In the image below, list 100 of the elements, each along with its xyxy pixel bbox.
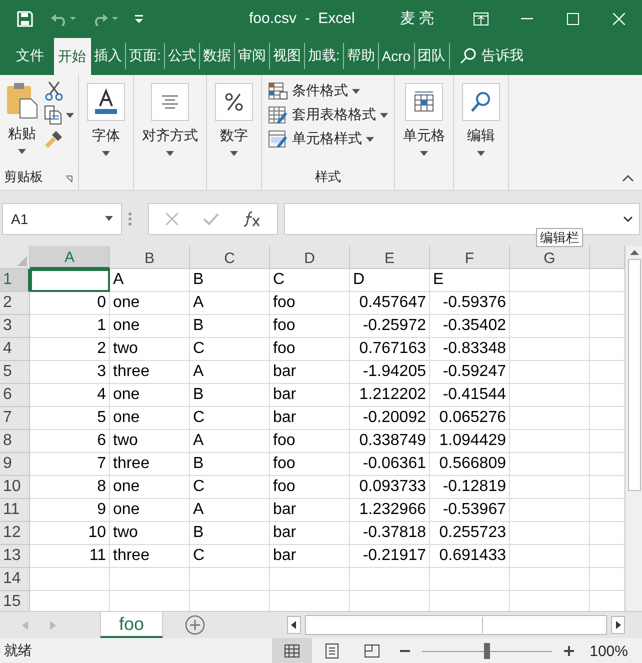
row-header[interactable]: 2 <box>0 292 30 315</box>
ribbon-tab[interactable]: 审阅 <box>234 43 270 69</box>
page-break-icon <box>362 643 381 659</box>
search-icon[interactable] <box>460 48 476 64</box>
table-cell: D <box>350 269 430 292</box>
column-header[interactable]: G <box>510 246 590 269</box>
column-header[interactable]: C <box>190 246 270 269</box>
table-cell: 5 <box>30 407 110 430</box>
table-cell: two <box>110 338 190 361</box>
scroll-up-icon[interactable] <box>630 249 638 255</box>
table-cell: 3 <box>30 361 110 384</box>
drag-handle-icon[interactable] <box>128 212 132 226</box>
row-header[interactable]: 5 <box>0 361 30 384</box>
user-name[interactable]: 麦 亮 <box>400 9 434 28</box>
ribbon-tab[interactable]: 公式 <box>164 43 200 69</box>
search-icon <box>470 91 492 113</box>
scissors-icon[interactable] <box>44 81 64 101</box>
column-header[interactable]: F <box>430 246 510 269</box>
style-menu-button[interactable]: 套用表格格式 <box>266 103 390 127</box>
ribbon-button[interactable]: 单元格 <box>399 79 449 168</box>
row-header[interactable]: 8 <box>0 430 30 453</box>
copy-icon[interactable] <box>44 105 62 125</box>
minimize-icon[interactable] <box>521 18 533 20</box>
table-cell: three <box>110 545 190 568</box>
ribbon-tab[interactable]: 页面: <box>126 43 165 69</box>
zoom-level[interactable]: 100% <box>590 642 628 660</box>
column-header[interactable]: B <box>110 246 190 269</box>
ribbon-tab[interactable]: 团队 <box>414 43 450 69</box>
ribbon-tab[interactable]: 视图 <box>270 43 305 69</box>
ribbon-tab[interactable]: 帮助 <box>344 43 379 69</box>
column-header[interactable]: A <box>30 246 110 269</box>
customize-icon[interactable] <box>134 14 144 24</box>
tell-me-field[interactable]: 告诉我 <box>482 47 524 65</box>
ribbon-tab[interactable]: 开始 <box>54 38 91 75</box>
ribbon-display-icon[interactable] <box>473 12 489 26</box>
paste-button[interactable]: 粘贴 <box>4 79 40 168</box>
sheet-tab[interactable]: foo <box>100 612 164 638</box>
table-cell: 11 <box>30 545 110 568</box>
ribbon-tab[interactable]: Acro <box>378 43 415 69</box>
redo-icon[interactable] <box>92 12 120 26</box>
row-header[interactable]: 13 <box>0 545 30 568</box>
table-cell: 0.338749 <box>350 430 430 453</box>
ribbon-tab[interactable]: 数据 <box>200 43 235 69</box>
active-cell[interactable] <box>30 269 110 292</box>
row-header[interactable]: 6 <box>0 384 30 407</box>
ribbon-button[interactable]: 编辑 <box>458 79 504 168</box>
row-header[interactable]: 15 <box>0 591 30 611</box>
table-cell: 1 <box>30 315 110 338</box>
table-cell: C <box>270 269 350 292</box>
row-header[interactable]: 7 <box>0 407 30 430</box>
dialog-launcher-icon[interactable] <box>65 174 74 184</box>
add-sheet-icon[interactable] <box>185 615 206 635</box>
style-menu-button[interactable]: 单元格样式 <box>266 127 390 151</box>
ribbon-tab[interactable]: 加载: <box>304 43 344 69</box>
row-header[interactable]: 9 <box>0 453 30 476</box>
row-header[interactable]: 11 <box>0 499 30 522</box>
caret-icon <box>166 151 174 156</box>
caret-icon <box>105 216 113 221</box>
ribbon-button[interactable]: 字体 <box>83 79 129 168</box>
name-box[interactable]: A1 <box>2 202 122 234</box>
table-cell: foo <box>270 315 350 338</box>
save-icon[interactable] <box>17 10 33 26</box>
row-header[interactable]: 12 <box>0 522 30 545</box>
table-cell: three <box>110 361 190 384</box>
collapse-icon[interactable] <box>622 175 634 182</box>
table-cell: 0 <box>30 292 110 315</box>
caret-icon <box>352 88 360 94</box>
row-header[interactable]: 1 <box>0 269 30 292</box>
status-text: 就绪 <box>4 642 32 660</box>
insert-function-icon[interactable] <box>243 210 261 226</box>
maximize-icon[interactable] <box>567 12 579 24</box>
horizontal-scrollbar[interactable] <box>305 615 607 635</box>
ribbon-tab[interactable]: 插入 <box>91 43 126 69</box>
zoom-in-icon[interactable] <box>564 646 574 656</box>
ribbon-tab[interactable]: 文件 <box>0 43 54 69</box>
cell-style-icon <box>268 130 288 148</box>
table-cell: B <box>190 384 270 407</box>
table-cell: bar <box>270 499 350 522</box>
row-header[interactable]: 10 <box>0 476 30 499</box>
table-cell: -0.12819 <box>430 476 510 499</box>
row-header[interactable]: 3 <box>0 315 30 338</box>
check-icon[interactable] <box>203 212 219 224</box>
row-header[interactable]: 4 <box>0 338 30 361</box>
format-painter-icon[interactable] <box>44 129 64 149</box>
expand-icon[interactable] <box>623 216 633 222</box>
ribbon-button[interactable]: 对齐方式 <box>138 79 202 168</box>
column-header[interactable]: E <box>350 246 430 269</box>
style-menu-button[interactable]: 条件格式 <box>266 79 390 103</box>
close-icon[interactable] <box>613 12 625 24</box>
view-button[interactable] <box>272 638 312 663</box>
row-header[interactable]: 14 <box>0 568 30 591</box>
undo-icon[interactable] <box>50 12 78 26</box>
scroll-left-icon[interactable] <box>287 616 301 634</box>
column-header[interactable]: D <box>270 246 350 269</box>
table-cell: foo <box>270 292 350 315</box>
ribbon-button[interactable]: 数字 <box>211 79 257 168</box>
scrollbar-thumb[interactable] <box>628 259 640 491</box>
align-icon <box>160 95 180 109</box>
table-cell: bar <box>270 384 350 407</box>
scroll-right-icon[interactable] <box>611 616 625 634</box>
